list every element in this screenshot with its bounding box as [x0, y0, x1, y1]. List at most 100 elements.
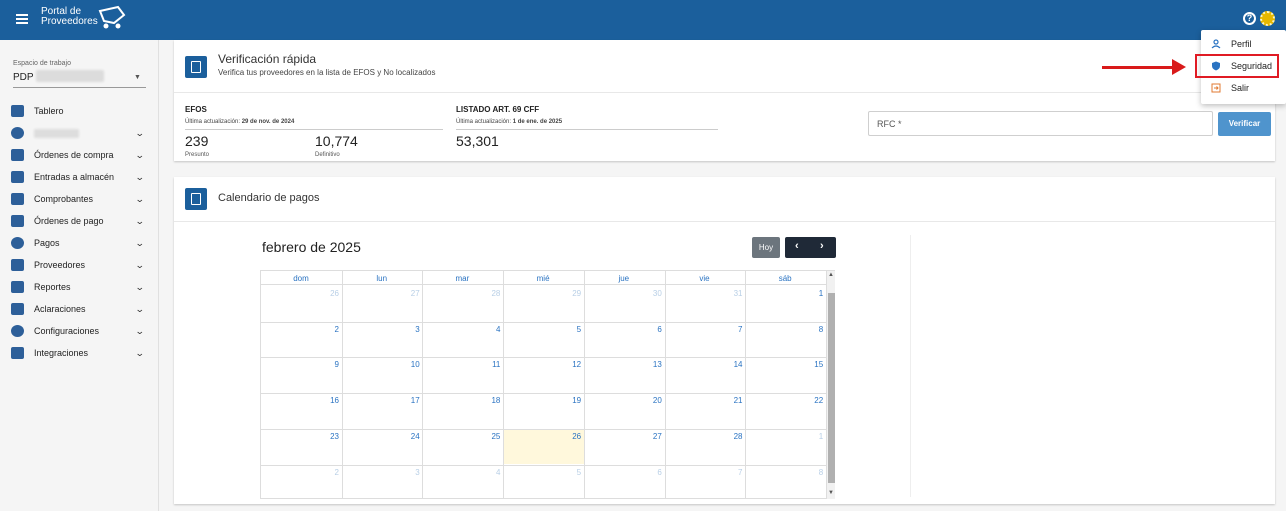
- sidebar-item-proveedores[interactable]: Proveedores ⌄: [0, 254, 159, 276]
- sidebar-item-tablero[interactable]: Tablero: [0, 100, 159, 122]
- calendar-day[interactable]: 17: [342, 396, 420, 405]
- prev-month-button[interactable]: ‹: [795, 240, 799, 252]
- calendar-day[interactable]: 26: [503, 432, 581, 441]
- grid-line: [261, 393, 826, 395]
- calendar-day[interactable]: 19: [503, 396, 581, 405]
- weekday-header: jue: [618, 274, 630, 283]
- month-nav: ‹ ›: [785, 237, 836, 258]
- credit-card-icon: [11, 215, 24, 227]
- calendar-day[interactable]: 27: [584, 432, 662, 441]
- calendar-day[interactable]: 18: [422, 396, 500, 405]
- calendar-day[interactable]: 6: [584, 325, 661, 334]
- calendar-day[interactable]: 24: [342, 432, 420, 441]
- calendar-day[interactable]: 22: [745, 396, 823, 405]
- sidebar-item-ordenes-pago[interactable]: Órdenes de pago ⌄: [0, 210, 159, 232]
- calendar-day[interactable]: 16: [261, 396, 339, 405]
- chevron-down-icon: ⌄: [134, 347, 145, 358]
- sidebar-item-label: Órdenes de compra: [34, 150, 114, 160]
- calendar-day[interactable]: 3: [342, 325, 419, 334]
- scroll-thumb[interactable]: [828, 293, 835, 483]
- calendar-day[interactable]: 8: [745, 468, 823, 477]
- calendar-day[interactable]: 6: [584, 468, 661, 477]
- app-logo[interactable]: Portal de Proveedores: [41, 7, 98, 27]
- calendar-day[interactable]: 4: [422, 325, 500, 334]
- calendar-day[interactable]: 30: [584, 289, 662, 298]
- sidebar-item-configuraciones[interactable]: Configuraciones ⌄: [0, 320, 159, 342]
- calendar-day[interactable]: 12: [503, 360, 581, 369]
- calendar-day[interactable]: 26: [261, 289, 339, 298]
- calendar-day[interactable]: 7: [665, 468, 742, 477]
- next-month-button[interactable]: ›: [820, 240, 824, 252]
- calendar-day[interactable]: 15: [745, 360, 823, 369]
- scroll-down-icon[interactable]: ▼: [828, 490, 834, 496]
- today-button[interactable]: Hoy: [752, 237, 780, 258]
- art69-updated-date: 1 de ene. de 2025: [512, 119, 563, 125]
- sidebar-item-comprobantes[interactable]: Comprobantes ⌄: [0, 188, 159, 210]
- calendar-day[interactable]: 3: [342, 468, 419, 477]
- workspace-select[interactable]: PDP: [13, 72, 34, 83]
- workspace-label: Espacio de trabajo: [13, 60, 71, 67]
- efos-definitivo-value: 10,774: [315, 133, 358, 149]
- calendar-day[interactable]: 5: [503, 325, 581, 334]
- sidebar-item-ordenes-compra[interactable]: Órdenes de compra ⌄: [0, 144, 159, 166]
- calendar-scrollbar[interactable]: ▲ ▼: [826, 271, 835, 499]
- verify-button[interactable]: Verificar: [1218, 112, 1271, 136]
- calendar-day[interactable]: 21: [665, 396, 743, 405]
- calendar-day[interactable]: 1: [745, 432, 823, 441]
- sidebar-nav: Tablero ⌄ Órdenes de compra ⌄ Entradas a…: [0, 100, 159, 364]
- quick-verify-title: Verificación rápida: [218, 52, 317, 66]
- calendar-day[interactable]: 29: [503, 289, 581, 298]
- menu-item-salir[interactable]: Salir: [1201, 78, 1286, 99]
- sidebar-item-reportes[interactable]: Reportes ⌄: [0, 276, 159, 298]
- menu-item-perfil[interactable]: Perfil: [1201, 34, 1286, 55]
- efos-definitivo-label: Definitivo: [315, 152, 340, 158]
- calendar-day[interactable]: 2: [261, 468, 339, 477]
- calendar-day[interactable]: 2: [261, 325, 339, 334]
- sidebar-item-pagos[interactable]: Pagos ⌄: [0, 232, 159, 254]
- calendar-day[interactable]: 28: [665, 432, 743, 441]
- annotation-arrow-head: [1172, 59, 1186, 75]
- grid-line: [261, 357, 826, 359]
- scroll-up-icon[interactable]: ▲: [828, 272, 834, 278]
- calendar-day[interactable]: 20: [584, 396, 662, 405]
- help-icon[interactable]: ?: [1243, 12, 1256, 25]
- calendar-day[interactable]: 25: [422, 432, 500, 441]
- calendar-day[interactable]: 1: [745, 289, 823, 298]
- efos-updated: Última actualización: 29 de nov. de 2024: [185, 119, 294, 125]
- art69-underline: [456, 129, 718, 130]
- calendar-day[interactable]: 10: [342, 360, 420, 369]
- calendar-day[interactable]: 13: [584, 360, 662, 369]
- calendar-day[interactable]: 11: [422, 360, 500, 369]
- sidebar-item-aclaraciones[interactable]: Aclaraciones ⌄: [0, 298, 159, 320]
- calendar-day[interactable]: 27: [342, 289, 420, 298]
- grid-line: [261, 464, 826, 466]
- document-icon: [11, 193, 24, 205]
- calendar-day[interactable]: 14: [665, 360, 743, 369]
- menu-item-label: Salir: [1231, 83, 1250, 93]
- chevron-down-icon: ⌄: [134, 193, 145, 204]
- grid-line: [261, 321, 826, 323]
- calendar-day[interactable]: 8: [745, 325, 823, 334]
- top-bar: Portal de Proveedores ?: [0, 0, 1286, 40]
- rfc-input[interactable]: RFC *: [868, 111, 1213, 136]
- calendar-header-row: dom lun mar mié jue vie sáb: [261, 271, 826, 285]
- chevron-down-icon: ⌄: [134, 127, 145, 138]
- sidebar-item-label: Tablero: [34, 106, 64, 116]
- month-title: febrero de 2025: [262, 239, 361, 255]
- weekday-header: dom: [293, 274, 309, 283]
- sidebar-item-redacted[interactable]: ⌄: [0, 122, 159, 144]
- caret-down-icon[interactable]: ▼: [134, 74, 141, 81]
- calendar-day[interactable]: 7: [665, 325, 742, 334]
- hamburger-menu-icon[interactable]: [16, 14, 28, 24]
- calendar-day[interactable]: 9: [261, 360, 339, 369]
- sidebar-item-integraciones[interactable]: Integraciones ⌄: [0, 342, 159, 364]
- sidebar-item-entradas-almacen[interactable]: Entradas a almacén ⌄: [0, 166, 159, 188]
- calendar-day[interactable]: 4: [422, 468, 500, 477]
- calendar-day[interactable]: 31: [665, 289, 743, 298]
- gear-icon: [11, 325, 24, 337]
- calendar-day[interactable]: 23: [261, 432, 339, 441]
- calendar-day[interactable]: 28: [422, 289, 500, 298]
- calendar-day[interactable]: 5: [503, 468, 581, 477]
- logout-icon: [1211, 83, 1221, 93]
- avatar[interactable]: [1260, 11, 1275, 26]
